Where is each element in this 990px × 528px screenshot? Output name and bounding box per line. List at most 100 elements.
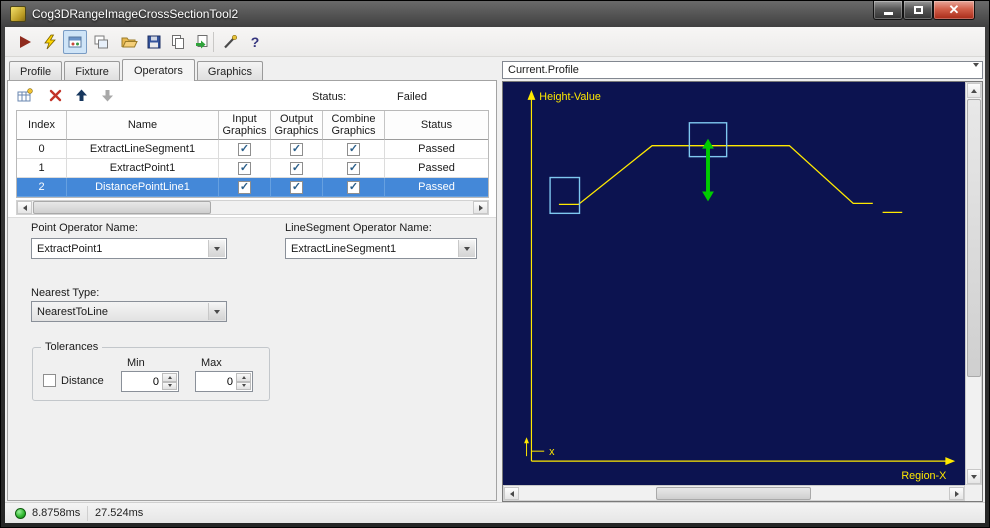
close-button[interactable]: ✕ bbox=[933, 1, 975, 20]
move-operator-down-button[interactable] bbox=[96, 85, 118, 105]
tab-operators[interactable]: Operators bbox=[121, 59, 195, 81]
x-axis-label: Region-X bbox=[901, 470, 947, 482]
result-led-icon bbox=[15, 508, 26, 519]
plot-v-scrollbar bbox=[965, 82, 982, 485]
import-arrow-icon bbox=[196, 35, 208, 49]
cell-combine-graphics: ✓ bbox=[323, 159, 385, 178]
table-row-selected[interactable]: 2 DistancePointLine1 ✓ ✓ ✓ Passed bbox=[17, 178, 488, 197]
col-header-status[interactable]: Status bbox=[385, 111, 488, 140]
combine-graphics-checkbox[interactable]: ✓ bbox=[347, 142, 360, 156]
trigger-button[interactable] bbox=[38, 30, 62, 54]
minimize-button[interactable] bbox=[873, 1, 903, 20]
move-operator-up-button[interactable] bbox=[70, 85, 92, 105]
floppy-icon bbox=[147, 35, 161, 49]
spin-up-button[interactable] bbox=[236, 373, 251, 382]
distance-tolerance-checkbox[interactable] bbox=[43, 374, 56, 387]
col-header-output-graphics[interactable]: Output Graphics bbox=[271, 111, 323, 140]
table-row[interactable]: 1 ExtractPoint1 ✓ ✓ ✓ Passed bbox=[17, 159, 488, 178]
col-header-input-graphics[interactable]: Input Graphics bbox=[219, 111, 271, 140]
run-icon bbox=[20, 36, 31, 48]
scroll-up-button[interactable] bbox=[967, 83, 981, 98]
scroll-up-icon bbox=[971, 88, 977, 93]
save-button[interactable] bbox=[142, 30, 166, 54]
help-button[interactable]: ? bbox=[243, 30, 267, 54]
delete-x-icon bbox=[49, 89, 61, 101]
titlebar[interactable]: Cog3DRangeImageCrossSectionTool2 ✕ bbox=[1, 1, 989, 27]
add-operator-icon bbox=[17, 87, 33, 101]
min-tolerance-input[interactable] bbox=[123, 373, 161, 390]
help-icon: ? bbox=[250, 34, 260, 50]
minimize-icon bbox=[883, 12, 893, 15]
output-graphics-checkbox[interactable]: ✓ bbox=[290, 142, 303, 156]
profile-trace bbox=[558, 145, 873, 206]
run-button[interactable] bbox=[13, 30, 37, 54]
scroll-left-button[interactable] bbox=[504, 487, 519, 500]
point-operator-combobox[interactable]: ExtractPoint1 bbox=[31, 238, 227, 259]
col-header-combine-graphics[interactable]: Combine Graphics bbox=[323, 111, 385, 140]
nearest-type-value: NearestToLine bbox=[37, 306, 108, 318]
scroll-left-button[interactable] bbox=[17, 201, 32, 214]
arrow-up-icon bbox=[75, 89, 87, 101]
spin-down-button[interactable] bbox=[236, 381, 251, 390]
display-record-combobox[interactable]: Current.Profile bbox=[502, 61, 983, 79]
table-header-row: Index Name Input Graphics Output Graphic… bbox=[17, 111, 488, 140]
tab-profile[interactable]: Profile bbox=[9, 61, 63, 81]
close-icon: ✕ bbox=[948, 2, 960, 17]
scroll-thumb[interactable] bbox=[656, 487, 811, 500]
spin-down-button[interactable] bbox=[162, 381, 177, 390]
y-axis-arrowhead bbox=[527, 89, 536, 100]
output-graphics-checkbox[interactable]: ✓ bbox=[290, 161, 303, 175]
spin-up-button[interactable] bbox=[162, 373, 177, 382]
combine-graphics-checkbox[interactable]: ✓ bbox=[347, 161, 360, 175]
nearest-type-combobox[interactable]: NearestToLine bbox=[31, 301, 227, 322]
input-graphics-checkbox[interactable]: ✓ bbox=[238, 161, 251, 175]
add-operator-button[interactable] bbox=[14, 85, 36, 105]
dropdown-button bbox=[208, 240, 225, 257]
max-label: Max bbox=[201, 357, 222, 369]
show-current-record-button[interactable] bbox=[89, 30, 113, 54]
origin-y-arrowhead bbox=[524, 437, 529, 444]
input-graphics-checkbox[interactable]: ✓ bbox=[238, 142, 251, 156]
tolerances-groupbox: Tolerances Distance Min Max bbox=[32, 341, 270, 401]
tool-edit-window: Cog3DRangeImageCrossSectionTool2 ✕ ? Pro… bbox=[0, 0, 990, 528]
max-tolerance-input[interactable] bbox=[197, 373, 235, 390]
col-header-index[interactable]: Index bbox=[17, 111, 67, 140]
show-results-grid-button[interactable] bbox=[63, 30, 87, 54]
scroll-right-button[interactable] bbox=[473, 201, 488, 214]
tab-graphics[interactable]: Graphics bbox=[196, 61, 263, 81]
output-graphics-checkbox[interactable]: ✓ bbox=[290, 180, 303, 194]
import-button[interactable] bbox=[190, 30, 214, 54]
copy-results-button[interactable] bbox=[166, 30, 190, 54]
linesegment-operator-combobox[interactable]: ExtractLineSegment1 bbox=[285, 238, 477, 259]
combine-graphics-checkbox[interactable]: ✓ bbox=[347, 180, 360, 194]
table-row[interactable]: 0 ExtractLineSegment1 ✓ ✓ ✓ Passed bbox=[17, 140, 488, 159]
cell-index: 2 bbox=[17, 178, 67, 197]
input-graphics-checkbox[interactable]: ✓ bbox=[238, 180, 251, 194]
cell-status: Passed bbox=[385, 159, 488, 178]
spin-down-icon bbox=[167, 384, 172, 388]
search-region-0[interactable] bbox=[549, 176, 581, 215]
results-grid-icon bbox=[68, 36, 82, 48]
col-header-name[interactable]: Name bbox=[67, 111, 219, 140]
scroll-right-button[interactable] bbox=[949, 487, 964, 500]
windows-icon bbox=[94, 35, 108, 49]
total-time: 27.524ms bbox=[95, 507, 144, 519]
scroll-right-icon bbox=[478, 204, 483, 211]
cell-input-graphics: ✓ bbox=[219, 159, 271, 178]
cell-output-graphics: ✓ bbox=[271, 159, 323, 178]
point-operator-label: Point Operator Name: bbox=[31, 222, 138, 234]
profile-plot-canvas[interactable]: Height-Value Region-X x bbox=[503, 82, 965, 485]
open-button[interactable] bbox=[117, 30, 141, 54]
scroll-thumb[interactable] bbox=[967, 99, 981, 377]
spin-buttons bbox=[162, 373, 177, 390]
scroll-thumb[interactable] bbox=[33, 201, 211, 214]
scroll-down-button[interactable] bbox=[967, 469, 981, 484]
cell-status: Passed bbox=[385, 140, 488, 159]
maximize-button[interactable] bbox=[903, 1, 933, 20]
electrode-button[interactable] bbox=[218, 30, 242, 54]
cell-index: 1 bbox=[17, 159, 67, 178]
max-tolerance-spinner bbox=[195, 371, 253, 392]
cell-output-graphics: ✓ bbox=[271, 140, 323, 159]
delete-operator-button[interactable] bbox=[44, 85, 66, 105]
tab-fixture[interactable]: Fixture bbox=[64, 61, 120, 81]
